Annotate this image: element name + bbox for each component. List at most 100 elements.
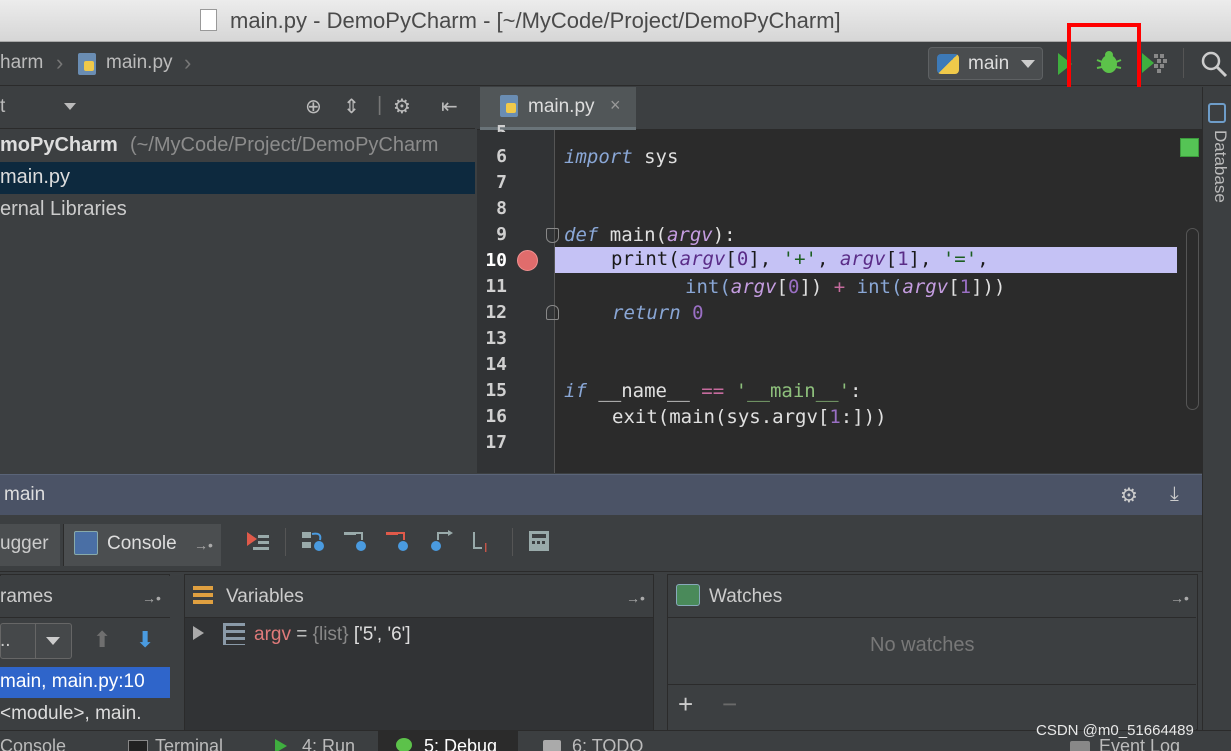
- tool-tab-run[interactable]: 4: Run: [302, 736, 355, 751]
- frame-item-label: main, main.py:10: [0, 671, 145, 692]
- terminal-icon: [128, 740, 148, 751]
- event-log-icon: [1070, 741, 1090, 751]
- toolbar-divider: [512, 528, 513, 556]
- line-number: 6: [496, 146, 507, 167]
- project-view-selector[interactable]: t: [0, 96, 5, 118]
- collapse-all-icon[interactable]: ⇕: [343, 94, 360, 119]
- step-over-icon[interactable]: [300, 528, 326, 554]
- run-configuration-label: main: [968, 53, 1010, 74]
- remove-watch-button[interactable]: −: [722, 689, 737, 720]
- gear-icon[interactable]: ⚙: [393, 94, 411, 119]
- pin-icon[interactable]: →•: [626, 590, 645, 606]
- toolbar-divider: |: [377, 94, 383, 116]
- step-into-icon[interactable]: [342, 528, 368, 554]
- watches-icon: [676, 584, 700, 606]
- hide-panel-icon[interactable]: ⇤: [441, 94, 458, 119]
- tree-item-path: (~/MyCode/Project/DemoPyCharm: [130, 134, 439, 156]
- close-icon[interactable]: ×: [610, 95, 621, 116]
- chevron-right-icon: ›: [56, 50, 64, 75]
- hide-panel-icon[interactable]: ⤓: [1170, 483, 1179, 506]
- line-number: 12: [485, 302, 507, 323]
- chevron-down-icon: [1021, 60, 1035, 68]
- chevron-down-icon[interactable]: [64, 103, 76, 110]
- document-icon: [200, 9, 217, 31]
- tab-debugger-label: ugger: [0, 533, 49, 554]
- tree-item-label: moPyCharm: [0, 134, 118, 156]
- fold-marker-icon[interactable]: [546, 228, 559, 243]
- frame-item[interactable]: <module>, main.: [0, 703, 142, 725]
- line-number: 13: [485, 328, 507, 349]
- fold-marker-icon[interactable]: [546, 305, 559, 320]
- thread-select[interactable]: [0, 623, 72, 659]
- code-line-16: exit(main(sys.argv[1:])): [612, 406, 887, 428]
- breadcrumb-project[interactable]: harm: [0, 52, 43, 74]
- pin-icon[interactable]: →•: [1170, 590, 1189, 606]
- tool-tab-debug[interactable]: 5: Debug: [424, 736, 497, 751]
- pin-icon[interactable]: →•: [194, 537, 213, 553]
- editor-scrollbar[interactable]: [1186, 228, 1199, 410]
- add-watch-button[interactable]: +: [678, 689, 693, 720]
- evaluate-expression-icon[interactable]: [526, 528, 552, 554]
- variables-icon: [193, 586, 213, 606]
- chevron-right-icon: ›: [184, 50, 192, 75]
- coverage-icon[interactable]: [1140, 50, 1168, 76]
- breadcrumb-file[interactable]: main.py: [106, 52, 173, 74]
- show-execution-point-icon[interactable]: [245, 529, 271, 555]
- toolbar-divider: [285, 528, 286, 556]
- expand-arrow-icon[interactable]: [193, 626, 204, 640]
- line-number: 17: [485, 432, 507, 453]
- step-into-my-code-icon[interactable]: [384, 528, 410, 554]
- run-to-cursor-icon[interactable]: I: [470, 528, 496, 554]
- thread-select-value: ..: [0, 630, 11, 651]
- line-number: 9: [496, 224, 507, 245]
- chevron-down-icon[interactable]: [46, 637, 60, 645]
- scroll-from-source-icon[interactable]: ⊕: [305, 94, 322, 119]
- arrow-down-icon[interactable]: ⬇: [136, 627, 154, 653]
- line-number: 11: [485, 276, 507, 297]
- gear-icon[interactable]: ⚙: [1120, 483, 1138, 508]
- tree-item-external-libraries[interactable]: ernal Libraries: [0, 194, 475, 226]
- code-line-12: return 0: [612, 302, 704, 324]
- line-number: 8: [496, 198, 507, 219]
- breakpoint-icon[interactable]: [517, 250, 538, 271]
- code-line-6: import sys: [564, 146, 679, 168]
- tree-item-label: ernal Libraries: [0, 198, 127, 220]
- search-icon[interactable]: [1200, 50, 1228, 78]
- variable-eq: =: [290, 624, 313, 645]
- line-number: 14: [485, 354, 507, 375]
- combo-divider: [35, 623, 36, 659]
- variable-row[interactable]: argv = {list} ['5', '6']: [254, 624, 411, 646]
- line-number-current: 10: [485, 250, 507, 271]
- debug-window-header: [0, 474, 1202, 515]
- python-file-icon: [78, 53, 96, 75]
- tab-console-label: Console: [107, 533, 177, 554]
- database-tool-button[interactable]: Database: [1204, 130, 1230, 203]
- toolbar-divider: [1183, 48, 1184, 78]
- code-line-15: if __name__ == '__main__':: [564, 380, 862, 402]
- variable-value: ['5', '6']: [348, 624, 411, 645]
- watches-title: Watches: [709, 586, 783, 607]
- tree-item-main-py[interactable]: main.py: [0, 162, 475, 194]
- variable-type: {list}: [312, 624, 349, 645]
- frames-title: rames: [0, 586, 53, 607]
- code-line-10: print(argv[0], '+', argv[1], '=',: [611, 248, 989, 270]
- inspection-status-icon[interactable]: [1180, 138, 1199, 157]
- arrow-up-icon[interactable]: ⬆: [93, 627, 111, 653]
- variables-title: Variables: [226, 586, 304, 607]
- code-line-11: int(argv[0]) + int(argv[1])): [685, 276, 1006, 298]
- tool-tab-todo[interactable]: 6: TODO: [572, 736, 643, 751]
- tab-label: main.py: [528, 96, 595, 117]
- line-number: 5: [477, 122, 507, 132]
- run-icon: [275, 739, 287, 751]
- tree-item-project-root[interactable]: moPyCharm (~/MyCode/Project/DemoPyCharm: [0, 130, 475, 162]
- step-out-icon[interactable]: [428, 528, 454, 554]
- tool-tab-terminal[interactable]: Terminal: [155, 736, 223, 751]
- tool-tab-console[interactable]: Console: [0, 736, 66, 751]
- line-number: 7: [496, 172, 507, 193]
- variable-name: argv: [254, 624, 291, 645]
- database-icon[interactable]: [1208, 103, 1226, 123]
- pin-icon[interactable]: →•: [142, 590, 161, 606]
- list-icon: [223, 623, 245, 645]
- debug-button-highlight: [1067, 23, 1141, 95]
- python-icon: [937, 54, 959, 74]
